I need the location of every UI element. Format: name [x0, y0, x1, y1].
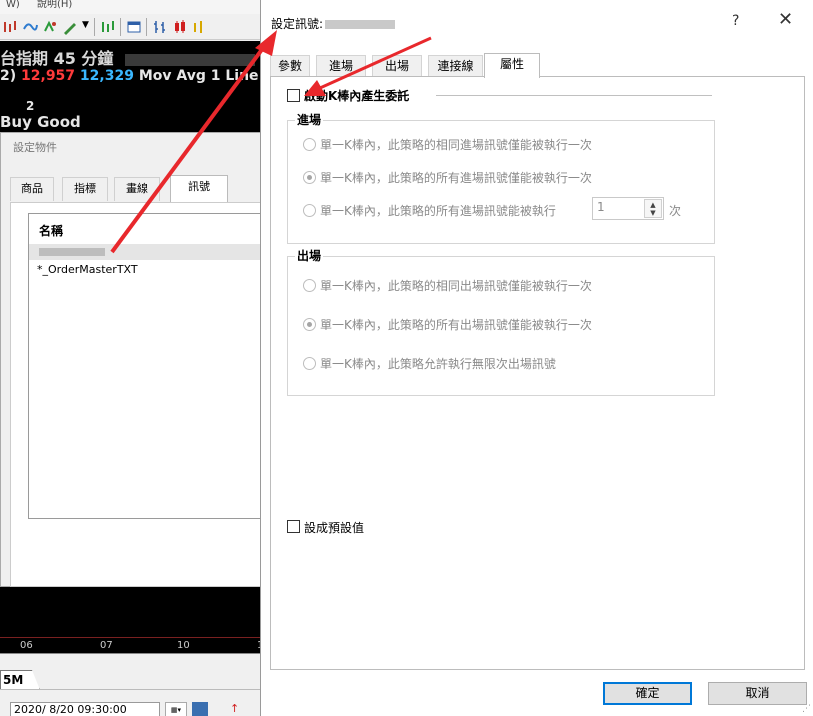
entry-option-1-label[interactable]: 單一K棒內，此策略的相同進場訊號僅能被執行一次	[320, 136, 592, 153]
tab-product[interactable]: 商品	[10, 177, 54, 201]
dialog-title-text: 設定訊號:	[271, 17, 324, 31]
chart-line-prefix: 2)	[0, 68, 17, 84]
tab-exit[interactable]: 出場	[372, 55, 422, 77]
chart-title: 台指期 45 分鐘	[0, 45, 256, 69]
axis-tick-label: 10	[177, 640, 190, 651]
close-icon[interactable]: ✕	[778, 11, 793, 29]
set-default-label[interactable]: 設成預設值	[304, 519, 364, 536]
dialog-title: 設定訊號:	[271, 15, 396, 32]
menu-item-window[interactable]: W)	[6, 0, 20, 10]
exit-option-2-radio[interactable]	[303, 318, 316, 331]
line-chart-icon[interactable]	[192, 19, 208, 35]
chart-indicator-name: Mov Avg 1 Line	[138, 68, 259, 84]
list-item[interactable]: *_OrderMasterTXT	[37, 263, 138, 276]
section-divider	[436, 95, 712, 96]
entry-times-value: 1	[597, 200, 605, 214]
enable-intrabar-checkbox[interactable]	[287, 89, 300, 102]
axis-tick-label: 07	[100, 640, 113, 651]
chart-value-red: 12,957	[21, 68, 76, 84]
entry-group-title: 進場	[295, 111, 324, 128]
tab-signal[interactable]: 訊號	[170, 175, 228, 203]
exit-group-title: 出場	[295, 247, 324, 264]
chart-symbol: 台指期	[0, 49, 49, 68]
signal-icon[interactable]	[42, 19, 58, 35]
tab-indicator[interactable]: 指標	[62, 177, 108, 201]
entry-option-2-label[interactable]: 單一K棒內，此策略的所有進場訊號僅能被執行一次	[320, 169, 592, 186]
object-settings-dialog: 設定物件 商品 指標 畫線 訊號 名稱 *_OrderMasterTXT	[0, 132, 263, 587]
resize-grip-icon[interactable]: ⋰	[802, 705, 811, 714]
help-button[interactable]: ?	[732, 13, 739, 29]
object-dialog-title: 設定物件	[13, 141, 57, 154]
set-default-checkbox[interactable]	[287, 520, 300, 533]
time-axis-line	[0, 637, 262, 638]
pen-icon[interactable]	[62, 19, 78, 35]
object-dialog-tabs: 商品 指標 畫線 訊號	[10, 175, 263, 203]
tab-connection[interactable]: 連接線	[428, 55, 483, 77]
link-icon[interactable]	[22, 19, 38, 35]
toolbar-divider	[146, 18, 147, 36]
chart-toolbar: ▼	[0, 14, 260, 40]
toolbar-button-icon[interactable]	[192, 702, 208, 716]
toolbar-divider	[120, 18, 121, 36]
chart-interval: 45 分鐘	[53, 49, 114, 68]
redacted-signal-name	[39, 248, 105, 256]
entry-times-input[interactable]: 1 ▲ ▼	[592, 197, 664, 220]
list-header-name: 名稱	[39, 224, 64, 238]
signal-settings-dialog: 設定訊號: ? ✕ 參數 進場 出場 連接線 屬性 啟動K棒內產生委託 進場 單…	[260, 0, 813, 716]
period-tab-strip: 5M	[0, 653, 262, 690]
axis-tick-label: 06	[20, 640, 33, 651]
chart-values-line: 2) 12,957 12,329 Mov Avg 1 Line	[0, 68, 259, 84]
object-dialog-panel: 名稱 *_OrderMasterTXT	[10, 202, 263, 587]
tab-parameters[interactable]: 參數	[270, 55, 310, 77]
chart-value-cyan: 12,329	[79, 68, 134, 84]
tab-properties[interactable]: 屬性	[484, 53, 540, 78]
cancel-button[interactable]: 取消	[708, 682, 807, 705]
calendar-dropdown-icon[interactable]: ▦▾	[165, 702, 187, 716]
tab-entry[interactable]: 進場	[316, 55, 366, 77]
properties-panel: 啟動K棒內產生委託 進場 單一K棒內，此策略的相同進場訊號僅能被執行一次 單一K…	[270, 76, 805, 670]
dialog-tabs: 參數 進場 出場 連接線 屬性	[270, 53, 805, 78]
enable-intrabar-label[interactable]: 啟動K棒內產生委託	[304, 87, 409, 104]
exit-option-2-label[interactable]: 單一K棒內，此策略的所有出場訊號僅能被執行一次	[320, 316, 592, 333]
strategy-settings-icon[interactable]	[100, 19, 116, 35]
chart-label-two: 2	[26, 99, 35, 113]
candlestick-icon[interactable]	[172, 19, 188, 35]
entry-option-3-radio[interactable]	[303, 204, 316, 217]
chart-signal-label: Buy Good	[0, 113, 81, 131]
entry-option-1-radio[interactable]	[303, 138, 316, 151]
exit-option-1-label[interactable]: 單一K棒內，此策略的相同出場訊號僅能被執行一次	[320, 277, 592, 294]
exit-option-1-radio[interactable]	[303, 279, 316, 292]
spinner-icon[interactable]: ▲ ▼	[644, 199, 662, 218]
entry-option-2-radio[interactable]	[303, 171, 316, 184]
menu-bar: W) 說明(H)	[0, 0, 260, 14]
tab-drawing[interactable]: 畫線	[114, 177, 160, 201]
toolbar-divider	[94, 18, 95, 36]
entry-option-3-label[interactable]: 單一K棒內，此策略的所有進場訊號能被執行	[320, 202, 556, 219]
list-item-selected[interactable]	[29, 244, 262, 260]
jump-icon[interactable]: ↑	[230, 702, 239, 715]
status-bar: 2020/ 8/20 09:30:00 ▦▾ ↑	[0, 689, 262, 716]
exit-option-3-radio[interactable]	[303, 357, 316, 370]
dropdown-arrow-icon[interactable]: ▼	[82, 20, 89, 30]
signal-list[interactable]: 名稱 *_OrderMasterTXT	[28, 213, 263, 519]
redacted-signal-title	[325, 20, 396, 29]
date-time-field[interactable]: 2020/ 8/20 09:30:00	[10, 702, 160, 716]
entry-times-unit: 次	[669, 204, 682, 218]
strategy-icon[interactable]	[2, 19, 18, 35]
redacted-strategy-name	[125, 53, 256, 66]
window-icon[interactable]	[126, 19, 142, 35]
period-tab[interactable]: 5M	[0, 670, 40, 690]
exit-option-3-label[interactable]: 單一K棒內，此策略允許執行無限次出場訊號	[320, 355, 556, 372]
bar-chart-icon[interactable]	[152, 19, 168, 35]
menu-item-help[interactable]: 說明(H)	[37, 0, 72, 10]
ok-button[interactable]: 確定	[603, 682, 692, 705]
